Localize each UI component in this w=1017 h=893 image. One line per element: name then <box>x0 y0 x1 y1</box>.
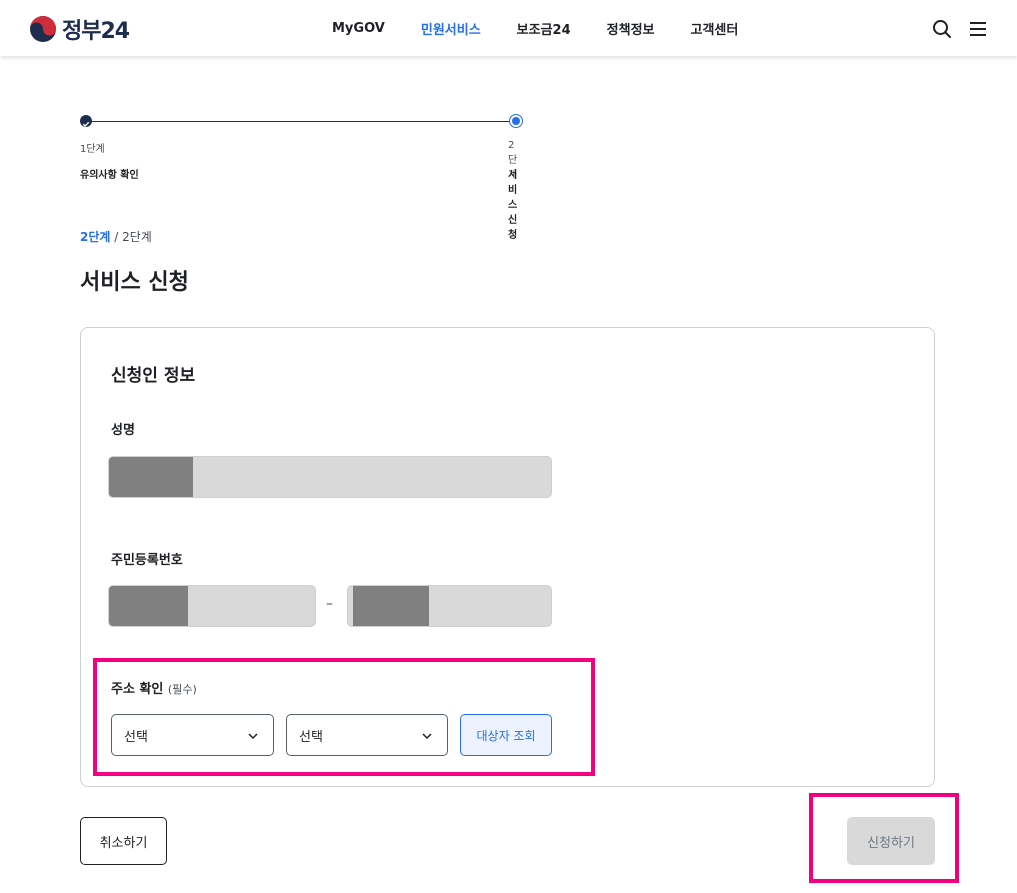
step-1-number: 1단계 <box>80 144 105 155</box>
rrn-back-input[interactable] <box>347 585 552 627</box>
address-select-2[interactable]: 선택 <box>286 714 448 756</box>
step-1-complete-icon <box>80 115 92 127</box>
site-header: 정부24 MyGOV 민원서비스 보조금24 정책정보 고객센터 <box>0 0 1017 56</box>
step-2-label: 서비스 신청 <box>508 170 518 241</box>
menu-icon[interactable] <box>967 18 989 40</box>
nav-item-policy[interactable]: 정책정보 <box>589 19 673 38</box>
chevron-down-icon <box>422 733 432 740</box>
name-label: 성명 <box>111 423 135 438</box>
search-icon[interactable] <box>931 18 953 40</box>
lookup-target-button[interactable]: 대상자 조회 <box>460 714 552 756</box>
address-label-text: 주소 확인 <box>111 682 164 697</box>
step-2-current-icon <box>509 114 523 128</box>
step-breadcrumb: 2단계 / 2단계 <box>80 228 152 245</box>
nav-item-civil-service[interactable]: 민원서비스 <box>403 19 499 38</box>
rrn-dash: – <box>326 596 333 612</box>
breadcrumb-total: 2단계 <box>122 230 152 244</box>
progress-stepper: 1단계 유의사항 확인 2단계 서비스 신청 <box>80 114 523 241</box>
select-2-value: 선택 <box>299 729 323 745</box>
page-title: 서비스 신청 <box>80 270 189 295</box>
submit-button[interactable]: 신청하기 <box>847 817 935 865</box>
logo-text: 정부24 <box>62 19 130 44</box>
logo[interactable]: 정부24 <box>28 14 130 44</box>
required-mark: (필수) <box>167 683 197 696</box>
stepper-line <box>86 121 516 122</box>
address-select-1[interactable]: 선택 <box>111 714 274 756</box>
redaction-mask <box>109 586 188 626</box>
breadcrumb-current: 2단계 <box>80 230 111 244</box>
rrn-front-input[interactable] <box>108 585 316 627</box>
chevron-down-icon <box>248 733 258 740</box>
nav-item-subsidy[interactable]: 보조금24 <box>499 19 589 38</box>
redaction-mask <box>109 457 193 497</box>
taegeuk-logo-icon <box>30 16 56 42</box>
select-1-value: 선택 <box>124 729 148 745</box>
address-label: 주소 확인 (필수) <box>111 678 197 697</box>
main-nav: MyGOV 민원서비스 보조금24 정책정보 고객센터 <box>314 0 756 56</box>
cancel-button[interactable]: 취소하기 <box>80 817 167 865</box>
card-title: 신청인 정보 <box>111 366 196 386</box>
nav-item-mygov[interactable]: MyGOV <box>314 21 403 36</box>
breadcrumb-separator: / <box>110 230 123 244</box>
name-input[interactable] <box>108 456 552 498</box>
nav-item-customer-center[interactable]: 고객센터 <box>673 19 757 38</box>
rrn-label: 주민등록번호 <box>111 553 183 568</box>
step-1-label: 유의사항 확인 <box>80 170 139 181</box>
redaction-mask <box>353 586 429 626</box>
